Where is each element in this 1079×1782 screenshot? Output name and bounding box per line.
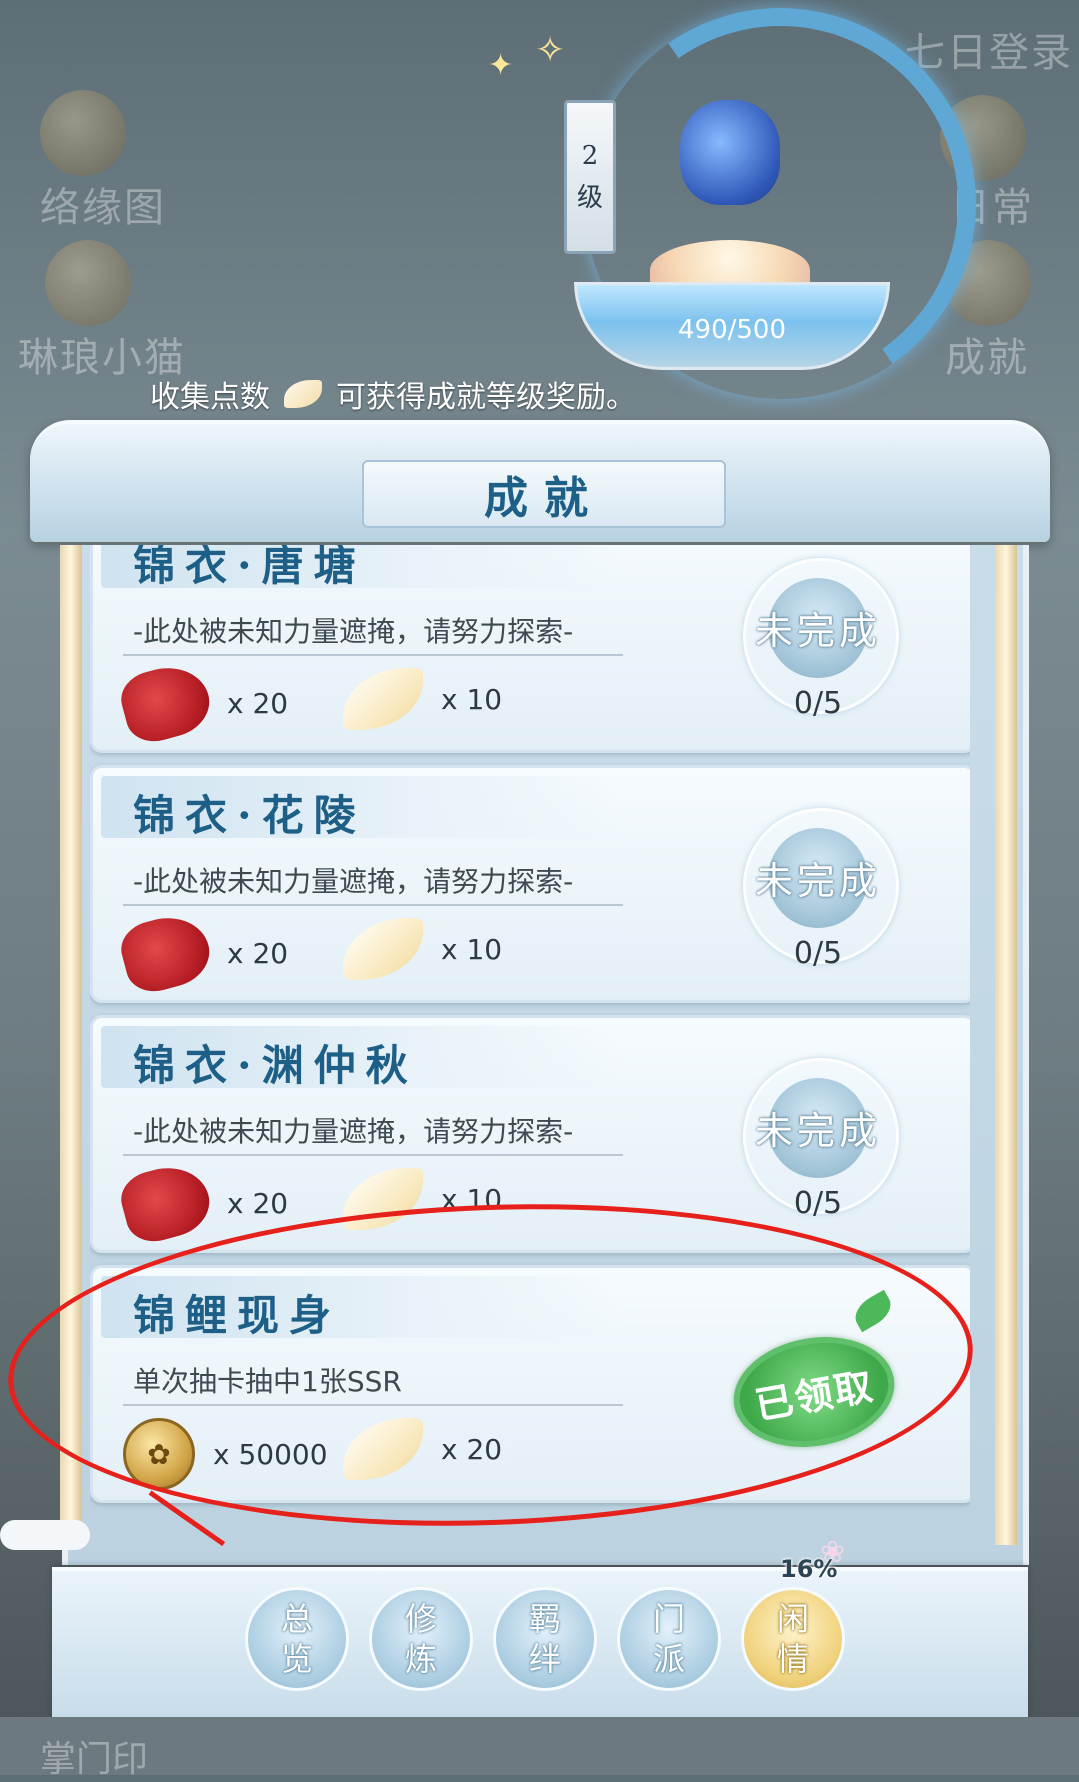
tab-label-top: 羁 — [528, 1600, 561, 1638]
level-unit: 级 — [576, 182, 603, 213]
panel-title-plate: 成就 — [362, 460, 726, 528]
achievement-title: 锦衣·渊仲秋 — [133, 1041, 418, 1090]
tab-label-top: 闲 — [776, 1600, 809, 1638]
achievement-level-tag: 2 级 — [564, 100, 616, 254]
right-pillar — [995, 545, 1017, 1545]
achievement-description: -此处被未知力量遮掩，请努力探索- — [133, 615, 574, 648]
tab-progress-badge: 16% — [780, 1555, 838, 1583]
tab-sect[interactable]: 门 派 — [617, 1587, 721, 1691]
status-label: 未完成 — [754, 1109, 881, 1153]
progress-count: 0/5 — [793, 1186, 843, 1221]
bottom-background — [0, 1717, 1079, 1775]
red-ribbon-icon[interactable] — [115, 658, 217, 748]
points-counter: 490/500 — [677, 315, 786, 345]
divider — [123, 904, 623, 906]
achievement-title: 锦衣·花陵 — [133, 791, 366, 840]
tab-bonds[interactable]: 羁 绊 — [493, 1587, 597, 1691]
cloud-decoration — [0, 1520, 90, 1550]
status-label: 未完成 — [754, 609, 881, 653]
tab-overview[interactable]: 总 览 — [245, 1587, 349, 1691]
reward-qty: x 10 — [441, 932, 503, 966]
progress-count: 0/5 — [793, 686, 843, 721]
petal-icon — [284, 380, 322, 408]
bg-button-left-1 — [40, 90, 126, 176]
reward-qty: x 10 — [441, 682, 503, 716]
reward-item: x 10 — [343, 918, 502, 980]
reward-item: x 10 — [343, 668, 502, 730]
page-title: 成就 — [484, 473, 604, 524]
collect-hint: 收集点数 可获得成就等级奖励。 — [150, 372, 636, 416]
bg-label-right-1: 七日登录 — [905, 30, 1073, 76]
bg-label-bottom: 掌门印 — [40, 1739, 149, 1780]
tab-label-bottom: 绊 — [528, 1640, 561, 1678]
tab-label-bottom: 炼 — [404, 1640, 437, 1678]
achievement-card: 锦衣·唐塘 -此处被未知力量遮掩，请努力探索- x 20 x 10 未完成 0/… — [90, 545, 970, 753]
red-ribbon-icon[interactable] — [115, 908, 217, 998]
reward-qty: x 20 — [227, 936, 289, 970]
reward-item: x 20 — [115, 1158, 289, 1248]
sparkle-icon: ✧ — [535, 30, 566, 71]
reward-item: x 20 — [115, 908, 289, 998]
category-tabs: 总 览 修 炼 羁 绊 门 派 闲 情 — [245, 1587, 845, 1691]
points-bowl: 490/500 — [574, 282, 890, 370]
bg-label-right-3: 成就 — [945, 335, 1029, 381]
red-ribbon-icon[interactable] — [115, 1158, 217, 1248]
sparkle-icon: ✦ — [488, 48, 514, 83]
petal-icon[interactable] — [343, 918, 423, 980]
tab-label-bottom: 情 — [776, 1640, 809, 1678]
tab-label-top: 修 — [404, 1600, 437, 1638]
reward-qty: x 20 — [227, 686, 289, 720]
tab-label-bottom: 览 — [280, 1640, 313, 1678]
tab-leisure[interactable]: 闲 情 — [741, 1587, 845, 1691]
tab-cultivation[interactable]: 修 炼 — [369, 1587, 473, 1691]
bg-label-left-1: 络缘图 — [40, 185, 166, 231]
achievement-description: -此处被未知力量遮掩，请努力探索- — [133, 865, 574, 898]
level-number: 2 — [581, 140, 599, 171]
reward-qty: x 20 — [227, 1186, 289, 1220]
achievement-card: 锦衣·花陵 -此处被未知力量遮掩，请努力探索- x 20 x 10 未完成 0/… — [90, 765, 970, 1003]
divider — [123, 1154, 623, 1156]
status-label: 未完成 — [754, 859, 881, 903]
status-badge: 未完成 0/5 — [743, 558, 899, 721]
reward-bag-icon[interactable] — [680, 100, 780, 205]
tab-label-bottom: 派 — [652, 1640, 685, 1678]
hint-prefix: 收集点数 — [150, 380, 270, 415]
bg-button-left-2 — [45, 240, 131, 326]
progress-count: 0/5 — [793, 936, 843, 971]
achievement-description: -此处被未知力量遮掩，请努力探索- — [133, 1115, 574, 1148]
divider — [123, 654, 623, 656]
status-badge: 未完成 0/5 — [743, 1058, 899, 1221]
hint-suffix: 可获得成就等级奖励。 — [336, 380, 636, 415]
tab-label-top: 门 — [652, 1600, 685, 1638]
status-badge: 未完成 0/5 — [743, 808, 899, 971]
petal-icon[interactable] — [343, 668, 423, 730]
reward-item: x 20 — [115, 658, 289, 748]
tab-label-top: 总 — [280, 1600, 313, 1638]
achievement-title: 锦衣·唐塘 — [133, 545, 366, 590]
